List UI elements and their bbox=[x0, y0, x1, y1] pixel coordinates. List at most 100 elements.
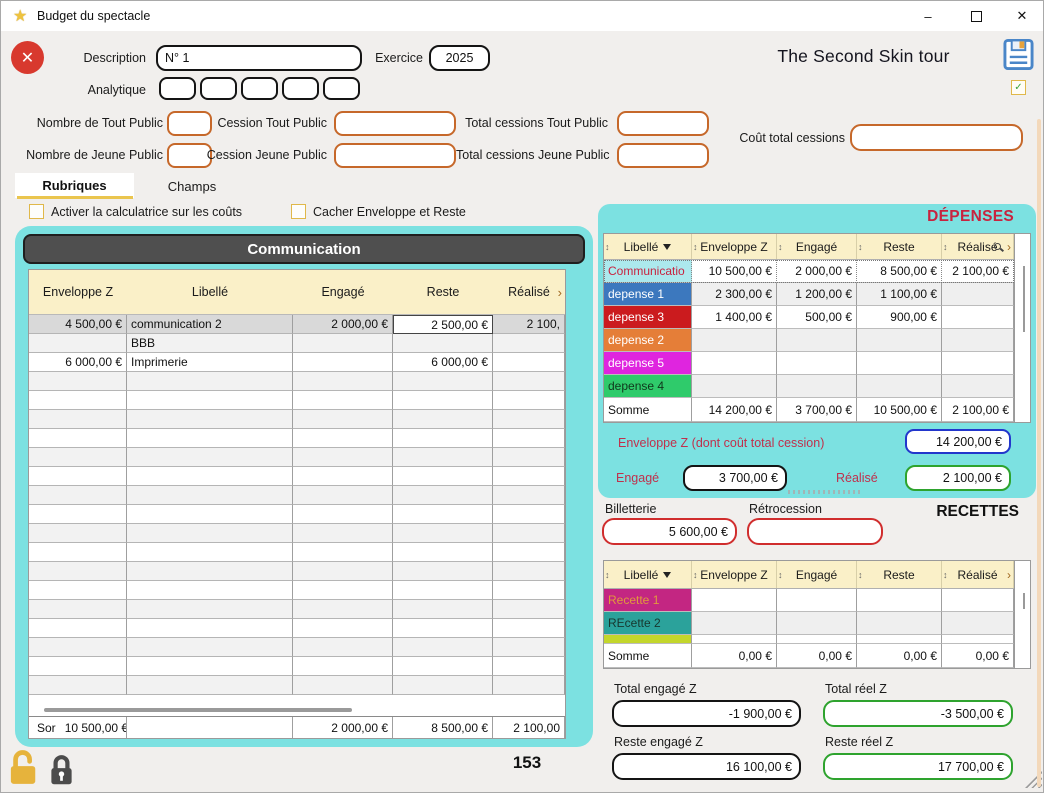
table-row-empty[interactable] bbox=[29, 638, 565, 657]
cell-empty[interactable] bbox=[127, 600, 293, 619]
table-row-empty[interactable] bbox=[29, 619, 565, 638]
cell-empty[interactable] bbox=[293, 638, 393, 657]
depense-row[interactable]: depense 1 2 300,00 € 1 200,00 € 1 100,00… bbox=[604, 283, 1014, 306]
lock-icon[interactable] bbox=[48, 752, 75, 786]
cell-realise[interactable] bbox=[942, 352, 1014, 375]
cell-empty[interactable] bbox=[29, 619, 127, 638]
sort-icon[interactable]: ↕ bbox=[778, 570, 783, 580]
cell-empty[interactable] bbox=[293, 657, 393, 676]
col-header-engage[interactable]: ↕Engagé bbox=[777, 234, 857, 259]
col-header-libelle[interactable]: Libellé bbox=[127, 270, 293, 314]
cell-empty[interactable] bbox=[29, 581, 127, 600]
minimize-button[interactable]: – bbox=[911, 1, 945, 31]
cell-engage[interactable]: 500,00 € bbox=[777, 306, 857, 329]
sort-icon[interactable]: ↕ bbox=[943, 570, 948, 580]
analytique-box-2[interactable] bbox=[200, 77, 237, 100]
sort-icon[interactable]: ↕ bbox=[943, 242, 948, 252]
cell-engage[interactable]: 2 000,00 € bbox=[293, 315, 393, 334]
cell-reste[interactable] bbox=[393, 334, 493, 353]
col-header-realise[interactable]: ↕Réalisé› bbox=[942, 234, 1014, 259]
cell-empty[interactable] bbox=[127, 410, 293, 429]
cell-empty[interactable] bbox=[293, 505, 393, 524]
sort-icon[interactable]: ↕ bbox=[693, 242, 698, 252]
cell-empty[interactable] bbox=[393, 410, 493, 429]
cell-empty[interactable] bbox=[127, 676, 293, 695]
table-row-empty[interactable] bbox=[29, 524, 565, 543]
cell-empty[interactable] bbox=[29, 524, 127, 543]
cell-empty[interactable] bbox=[493, 391, 565, 410]
table-row-selected[interactable]: 4 500,00 € communication 2 2 000,00 € 2 … bbox=[29, 315, 565, 334]
description-input[interactable]: N° 1 bbox=[156, 45, 362, 71]
cell-empty[interactable] bbox=[493, 524, 565, 543]
cell-engage[interactable] bbox=[293, 334, 393, 353]
table-row-empty[interactable] bbox=[29, 391, 565, 410]
cell-empty[interactable] bbox=[29, 429, 127, 448]
cession-tout-public-input[interactable] bbox=[334, 111, 456, 136]
vertical-scrollbar[interactable] bbox=[1014, 561, 1030, 668]
cell-empty[interactable] bbox=[493, 448, 565, 467]
cell-empty[interactable] bbox=[293, 467, 393, 486]
scrollbar-thumb[interactable] bbox=[1023, 266, 1025, 332]
cell-empty[interactable] bbox=[127, 638, 293, 657]
cell-enveloppe[interactable] bbox=[692, 375, 777, 398]
cell-empty[interactable] bbox=[127, 391, 293, 410]
cell-empty[interactable] bbox=[493, 657, 565, 676]
table-row-empty[interactable] bbox=[29, 562, 565, 581]
col-header-enveloppe[interactable]: ↕Enveloppe Z bbox=[692, 234, 777, 259]
cell-libelle[interactable]: BBB bbox=[127, 334, 293, 353]
cell-empty[interactable] bbox=[127, 448, 293, 467]
col-header-libelle[interactable]: ↕Libellé bbox=[604, 561, 692, 588]
cell-empty[interactable] bbox=[493, 619, 565, 638]
cell-libelle[interactable]: depense 5 bbox=[604, 352, 692, 375]
cell-reste[interactable]: 900,00 € bbox=[857, 306, 942, 329]
cell-libelle[interactable]: communication 2 bbox=[127, 315, 293, 334]
table-row-empty[interactable] bbox=[29, 657, 565, 676]
cell-reste[interactable]: 1 100,00 € bbox=[857, 283, 942, 306]
engage-summary-input[interactable]: 3 700,00 € bbox=[683, 465, 787, 491]
cell-libelle[interactable]: depense 1 bbox=[604, 283, 692, 306]
cell-empty[interactable] bbox=[293, 581, 393, 600]
col-header-reste[interactable]: Reste bbox=[393, 270, 493, 314]
recette-row[interactable]: REcette 2 bbox=[604, 612, 1014, 635]
total-cessions-jeune-public-input[interactable] bbox=[617, 143, 709, 168]
unlock-icon[interactable] bbox=[9, 748, 39, 786]
cell-empty[interactable] bbox=[493, 429, 565, 448]
cell-empty[interactable] bbox=[293, 486, 393, 505]
cell-empty[interactable] bbox=[493, 372, 565, 391]
cell-empty[interactable] bbox=[127, 543, 293, 562]
calculatrice-checkbox[interactable] bbox=[29, 204, 44, 219]
filter-icon[interactable] bbox=[663, 244, 671, 250]
analytique-box-3[interactable] bbox=[241, 77, 278, 100]
cell-empty[interactable] bbox=[293, 429, 393, 448]
cell-empty[interactable] bbox=[393, 600, 493, 619]
chevron-right-icon[interactable]: › bbox=[1007, 240, 1011, 254]
cell-empty[interactable] bbox=[393, 619, 493, 638]
chevron-right-icon[interactable]: › bbox=[1007, 568, 1011, 582]
cell-empty[interactable] bbox=[493, 505, 565, 524]
cell-empty[interactable] bbox=[127, 524, 293, 543]
cell-empty[interactable] bbox=[393, 581, 493, 600]
cell-empty[interactable] bbox=[493, 638, 565, 657]
cell-empty[interactable] bbox=[127, 372, 293, 391]
cell-enveloppe[interactable] bbox=[692, 612, 777, 635]
cell-enveloppe[interactable] bbox=[692, 352, 777, 375]
cell-empty[interactable] bbox=[29, 372, 127, 391]
cell-empty[interactable] bbox=[127, 505, 293, 524]
cell-empty[interactable] bbox=[393, 486, 493, 505]
tab-champs[interactable]: Champs bbox=[147, 179, 237, 194]
analytique-box-5[interactable] bbox=[323, 77, 360, 100]
retrocession-input[interactable] bbox=[747, 518, 883, 545]
col-header-engage[interactable]: Engagé bbox=[293, 270, 393, 314]
cell-enveloppe[interactable] bbox=[29, 334, 127, 353]
cell-reste[interactable]: 8 500,00 € bbox=[857, 260, 942, 283]
reste-reel-z-input[interactable]: 17 700,00 € bbox=[823, 753, 1013, 780]
cell-empty[interactable] bbox=[127, 562, 293, 581]
table-row-empty[interactable] bbox=[29, 581, 565, 600]
cell-libelle[interactable]: depense 3 bbox=[604, 306, 692, 329]
cell-reste[interactable] bbox=[857, 375, 942, 398]
cell-engage[interactable]: 2 000,00 € bbox=[777, 260, 857, 283]
search-icon[interactable] bbox=[994, 243, 1001, 250]
table-row-empty[interactable] bbox=[29, 448, 565, 467]
cell-empty[interactable] bbox=[692, 635, 777, 644]
cell-empty[interactable] bbox=[127, 486, 293, 505]
